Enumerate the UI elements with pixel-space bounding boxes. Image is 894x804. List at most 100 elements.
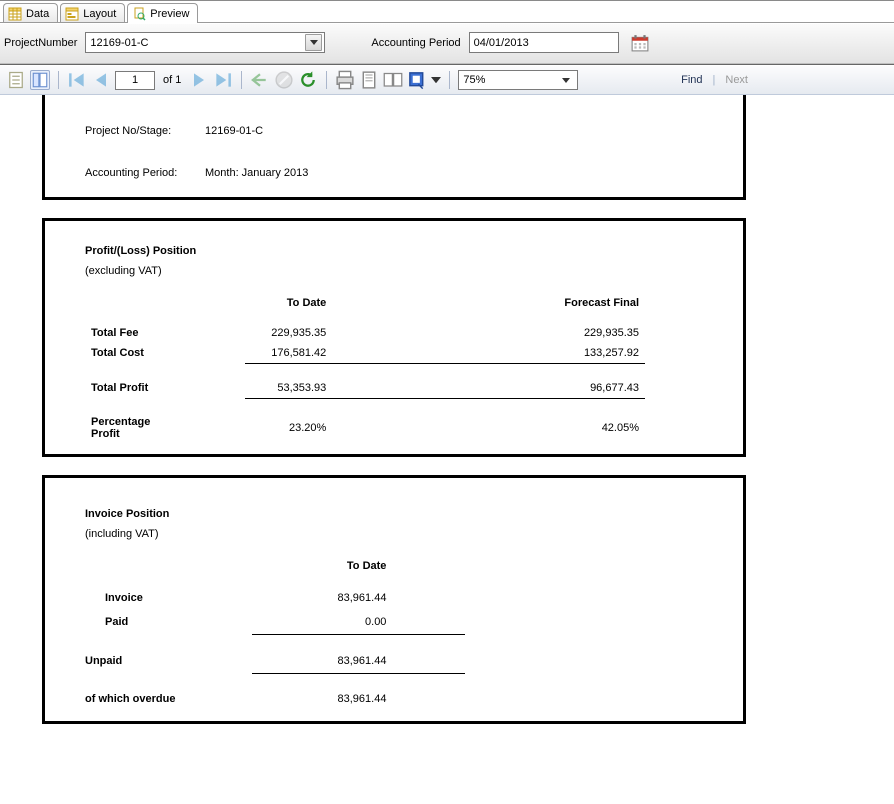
print-button[interactable]: [335, 70, 355, 90]
tab-layout-label: Layout: [83, 8, 116, 20]
tab-preview-label: Preview: [150, 8, 189, 20]
table-row: Invoice 83,961.44: [85, 586, 465, 610]
document-map-button[interactable]: [6, 70, 26, 90]
chevron-down-icon[interactable]: [558, 78, 573, 83]
find-link[interactable]: Find: [675, 74, 708, 86]
profit-label: Total Profit: [85, 378, 245, 399]
col-todate-header: To Date: [252, 546, 392, 586]
report-toolbar: of 1 75% Find | Next: [0, 65, 894, 95]
unpaid-val: 83,961.44: [252, 649, 392, 674]
invoice-label: Invoice: [85, 586, 252, 610]
separator: [449, 71, 450, 89]
back-button[interactable]: [250, 70, 270, 90]
tab-preview[interactable]: Preview: [127, 3, 198, 23]
chevron-down-icon[interactable]: [305, 34, 322, 51]
unpaid-label: Unpaid: [85, 649, 252, 674]
spacer: [392, 649, 465, 674]
table-row: PercentageProfit 23.20% 42.05%: [85, 412, 645, 444]
tab-data-label: Data: [26, 8, 49, 20]
pct-forecast: 42.05%: [532, 412, 645, 444]
page-number-input[interactable]: [115, 71, 155, 90]
zoom-combo[interactable]: 75%: [458, 70, 578, 90]
next-page-button[interactable]: [189, 70, 209, 90]
spacer: [392, 610, 465, 635]
cost-label: Total Cost: [85, 343, 245, 364]
spacer: [85, 141, 721, 163]
tab-layout[interactable]: Layout: [60, 3, 125, 23]
fee-label: Total Fee: [85, 323, 245, 343]
acctperiod-row: Accounting Period: Month: January 2013: [85, 163, 721, 183]
profit-todate: 53,353.93: [245, 378, 332, 399]
data-table-icon: [8, 7, 22, 21]
table-row: Total Profit 53,353.93 96,677.43: [85, 378, 645, 399]
spacer-row: [85, 635, 465, 649]
tab-data[interactable]: Data: [3, 3, 58, 23]
col-todate-header: To Date: [245, 283, 332, 323]
report-header: Client: Project No/Stage: 12169-01-C Acc…: [45, 95, 743, 187]
invoice-val: 83,961.44: [252, 586, 392, 610]
client-row: Client:: [85, 101, 721, 121]
fee-forecast: 229,935.35: [532, 323, 645, 343]
invoice-title: Invoice Position: [45, 478, 743, 522]
pct-todate: 23.20%: [245, 412, 332, 444]
paid-label: Paid: [85, 610, 252, 635]
col-forecast-header: Forecast Final: [532, 283, 645, 323]
projectnumber-combo[interactable]: 12169-01-C: [85, 32, 325, 53]
accountingperiod-value: 04/01/2013: [474, 37, 529, 49]
overdue-label: of which overdue: [85, 687, 252, 711]
cost-todate: 176,581.42: [245, 343, 332, 364]
pct-label: PercentageProfit: [85, 412, 245, 444]
accountingperiod-label: Accounting Period: [371, 37, 460, 49]
cost-forecast: 133,257.92: [532, 343, 645, 364]
page-of-label: of 1: [159, 74, 185, 86]
projectno-label: Project No/Stage:: [85, 125, 205, 137]
client-label: Client:: [85, 105, 205, 117]
spacer: [332, 412, 532, 444]
prev-page-button[interactable]: [91, 70, 111, 90]
parameters-toggle-button[interactable]: [30, 70, 50, 90]
invoice-sub: (including VAT): [45, 522, 743, 546]
spacer: [332, 323, 532, 343]
page-setup-button[interactable]: [383, 70, 403, 90]
blank-header: [332, 283, 532, 323]
projectnumber-value: 12169-01-C: [90, 37, 305, 49]
export-dropdown[interactable]: [431, 70, 441, 90]
table-row: of which overdue 83,961.44: [85, 687, 465, 711]
accountingperiod-field[interactable]: 04/01/2013: [469, 32, 619, 53]
profit-loss-box: Profit/(Loss) Position (excluding VAT) T…: [42, 218, 746, 457]
print-layout-button[interactable]: [359, 70, 379, 90]
filter-bar: ProjectNumber 12169-01-C Accounting Peri…: [0, 24, 894, 64]
profit-title: Profit/(Loss) Position: [45, 221, 743, 259]
acctperiod-value: Month: January 2013: [205, 167, 308, 179]
invoice-box: Invoice Position (including VAT) To Date…: [42, 475, 746, 724]
table-row: Unpaid 83,961.44: [85, 649, 465, 674]
invoice-grid: To Date Invoice 83,961.44 Paid 0.00 Unpa…: [45, 546, 743, 711]
blank-header: [85, 283, 245, 323]
export-button[interactable]: [407, 70, 427, 90]
spacer: [392, 586, 465, 610]
blank-header: [85, 546, 252, 586]
calendar-button[interactable]: [631, 34, 649, 52]
projectnumber-label: ProjectNumber: [4, 37, 77, 49]
last-page-button[interactable]: [213, 70, 233, 90]
profit-grid: To Date Forecast Final Total Fee 229,935…: [45, 283, 743, 444]
report-header-box: Client: Project No/Stage: 12169-01-C Acc…: [42, 95, 746, 200]
next-link[interactable]: Next: [719, 74, 754, 86]
profit-forecast: 96,677.43: [532, 378, 645, 399]
blank-header: [392, 546, 465, 586]
table-row: Total Cost 176,581.42 133,257.92: [85, 343, 645, 364]
spacer: [392, 687, 465, 711]
first-page-button[interactable]: [67, 70, 87, 90]
spacer-row: [85, 398, 645, 412]
separator: |: [713, 74, 716, 86]
refresh-button[interactable]: [298, 70, 318, 90]
projectno-row: Project No/Stage: 12169-01-C: [85, 121, 721, 141]
table-row: Paid 0.00: [85, 610, 465, 635]
separator: [326, 71, 327, 89]
stop-button[interactable]: [274, 70, 294, 90]
tab-strip: Data Layout Preview: [0, 1, 894, 23]
zoom-value: 75%: [463, 74, 485, 86]
layout-icon: [65, 7, 79, 21]
report-pane: Client: Project No/Stage: 12169-01-C Acc…: [0, 95, 894, 772]
preview-magnifier-icon: [132, 7, 146, 21]
